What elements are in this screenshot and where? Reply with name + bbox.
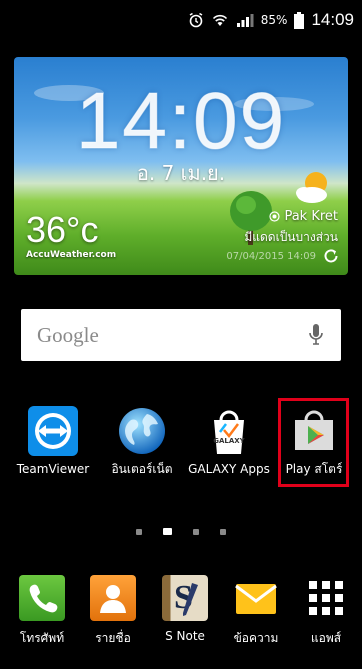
app-galaxy-apps[interactable]: GALAXY GALAXY Apps (186, 406, 272, 477)
battery-icon (294, 11, 305, 29)
app-teamviewer[interactable]: TeamViewer (10, 406, 96, 477)
app-internet[interactable]: อินเตอร์เน็ต (99, 406, 185, 477)
dock-label: ข้อความ (233, 631, 279, 645)
highlight-box (278, 398, 349, 487)
globe-icon (117, 406, 167, 456)
page-dot[interactable] (220, 528, 226, 535)
page-indicator[interactable] (0, 528, 362, 535)
app-label: อินเตอร์เน็ต (111, 462, 173, 476)
page-dot-active[interactable] (163, 528, 172, 535)
teamviewer-icon (28, 406, 78, 456)
signal-icon (236, 12, 254, 28)
apps-grid-icon (303, 575, 349, 621)
dock-label: แอพส์ (310, 631, 342, 645)
wifi-icon (211, 12, 229, 28)
contacts-icon (90, 575, 136, 621)
dock-label: S Note (165, 629, 205, 643)
s-note-icon: S (162, 575, 208, 621)
phone-icon (19, 575, 65, 621)
app-label: TeamViewer (16, 462, 90, 476)
location-target-icon (269, 211, 281, 222)
dock-contacts[interactable]: รายชื่อ (77, 575, 149, 648)
location-name: Pak Kret (284, 209, 338, 224)
page-dot[interactable] (193, 528, 199, 535)
google-search-bar[interactable]: Google (21, 309, 341, 361)
status-time: 14:09 (311, 10, 354, 29)
clock-weather-widget[interactable]: 14:09 อ. 7 เม.ย. 36°c AccuWeather.com Pa… (14, 57, 348, 275)
updated-time: 07/04/2015 14:09 (226, 251, 316, 262)
alarm-clock-icon (188, 12, 204, 28)
dock-label: โทรศัพท์ (19, 631, 65, 645)
dock-messages[interactable]: ข้อความ (220, 575, 292, 648)
search-placeholder: Google (37, 322, 99, 347)
widget-date: อ. 7 เม.ย. (136, 161, 226, 185)
battery-percent: 85% (260, 13, 288, 27)
widget-clock-time: 14:09 (75, 76, 287, 166)
app-label: GALAXY Apps (188, 462, 270, 476)
refresh-icon[interactable] (322, 247, 340, 265)
galaxy-icon-text: GALAXY (213, 437, 245, 445)
microphone-icon[interactable] (307, 322, 325, 348)
dock-phone[interactable]: โทรศัพท์ (6, 575, 78, 648)
galaxy-apps-icon: GALAXY (204, 406, 254, 456)
weather-condition: มีแดดเป็นบางส่วน (244, 230, 338, 244)
dock-s-note[interactable]: S S Note (149, 575, 221, 643)
page-dot[interactable] (136, 528, 142, 535)
status-bar: 85% 14:09 (0, 0, 362, 40)
location: Pak Kret (269, 209, 338, 224)
dock-label: รายชื่อ (95, 631, 131, 645)
messages-icon (233, 575, 279, 621)
dock-apps[interactable]: แอพส์ (290, 575, 362, 648)
weather-provider: AccuWeather.com (26, 250, 117, 260)
temperature: 36°c (26, 209, 99, 250)
